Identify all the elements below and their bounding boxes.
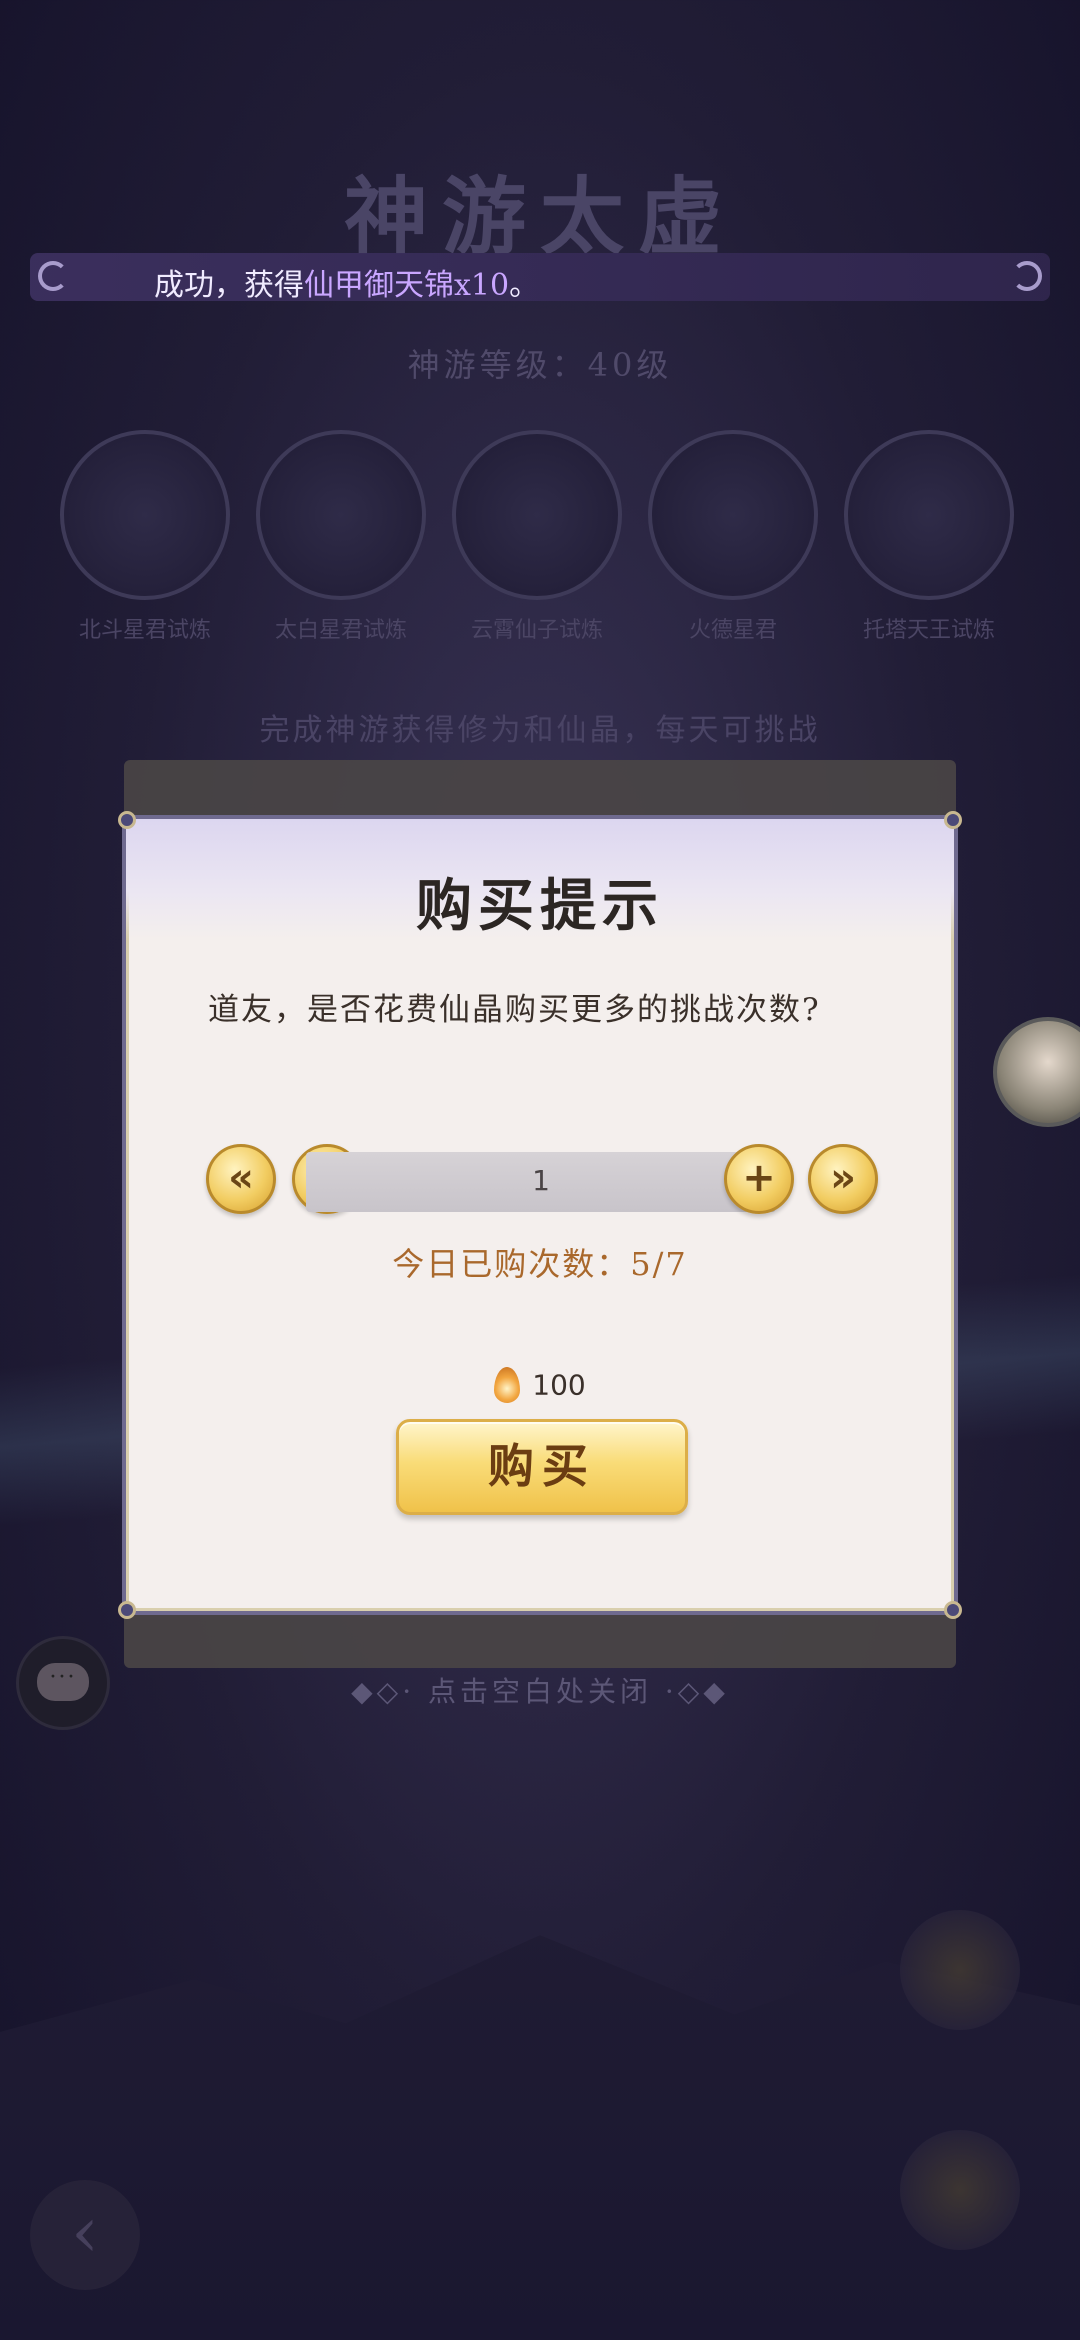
corner-ornament-icon (944, 811, 962, 829)
quantity-field[interactable]: 1 (306, 1152, 776, 1212)
back-arrow-icon[interactable]: ‹ (30, 2180, 140, 2290)
increase-quantity-button[interactable]: + (724, 1144, 794, 1214)
corner-ornament-icon (118, 811, 136, 829)
trial-orb[interactable] (60, 430, 230, 600)
trial-orb-caption: 云霄仙子试炼 (470, 618, 603, 643)
trial-orb-row: 北斗星君试炼 太白星君试炼 云霄仙子试炼 火德星君 托塔天王试炼 (60, 430, 1080, 650)
trial-orb[interactable] (648, 430, 818, 600)
dialog-question: 道友，是否花费仙晶购买更多的挑战次数? (208, 992, 821, 1028)
dialog-title: 购买提示 (416, 873, 664, 939)
today-purchased-count: 今日已购次数：5/7 (392, 1245, 688, 1283)
cost-display: 100 (126, 1367, 954, 1407)
reward-toast: 成功，获得仙甲御天锦x10。 (30, 253, 1050, 304)
trial-orb-caption: 北斗星君试炼 (78, 618, 211, 643)
buy-button[interactable]: 购买 (396, 1419, 688, 1515)
toast-item: 仙甲御天锦x10 (304, 268, 510, 303)
max-quantity-button[interactable]: » (808, 1144, 878, 1214)
chat-icon: ··· (37, 1663, 89, 1701)
side-feature-icon[interactable] (900, 1910, 1020, 2030)
crystal-icon (494, 1367, 521, 1403)
trial-orb-caption: 火德星君 (688, 618, 777, 643)
scene-level: 神游等级：40级 (407, 346, 673, 384)
moon-icon (1012, 261, 1042, 291)
toast-message: 成功，获得仙甲御天锦x10。 (154, 260, 539, 304)
quantity-stepper: « − 1 + » (206, 1144, 878, 1218)
quantity-value: 1 (532, 1164, 550, 1197)
trial-orb[interactable] (256, 430, 426, 600)
corner-ornament-icon (118, 1601, 136, 1619)
chat-button[interactable]: ··· (16, 1636, 110, 1730)
scene-hint: 完成神游获得修为和仙晶，每天可挑战 (259, 713, 821, 748)
toast-prefix: 成功，获得 (154, 268, 304, 303)
trial-orb-caption: 托塔天王试炼 (862, 618, 995, 643)
close-hint: ◆◇· 点击空白处关闭 ·◇◆ (351, 1675, 729, 1708)
purchase-dialog: 购买提示 道友，是否花费仙晶购买更多的挑战次数? « − 1 + » 今日已购次… (118, 811, 962, 1619)
trial-orb-caption: 太白星君试炼 (274, 618, 407, 643)
trial-orb[interactable] (452, 430, 622, 600)
min-quantity-button[interactable]: « (206, 1144, 276, 1214)
cost-value: 100 (532, 1368, 586, 1402)
moon-icon (38, 261, 68, 291)
side-feature-icon[interactable] (900, 2130, 1020, 2250)
corner-ornament-icon (944, 1601, 962, 1619)
toast-suffix: 。 (509, 268, 540, 303)
trial-orb[interactable] (844, 430, 1014, 600)
